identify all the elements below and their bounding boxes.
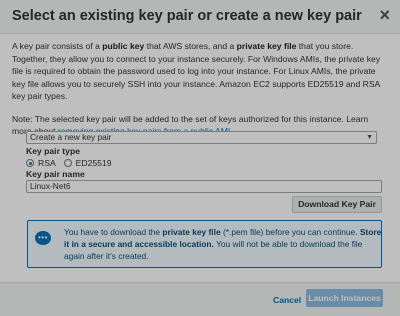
launch-instances-button[interactable]: Launch Instances: [306, 289, 383, 307]
info-message: You have to download the private key fil…: [64, 227, 382, 261]
dialog-footer: Cancel Launch Instances: [0, 282, 400, 316]
chevron-down-icon: ▼: [366, 134, 373, 141]
radio-rsa-label: RSA: [38, 158, 56, 168]
key-name-input[interactable]: Linux-Net6: [26, 180, 382, 193]
cancel-button[interactable]: Cancel: [273, 295, 301, 305]
key-type-radio-group: RSA ED25519: [26, 158, 112, 168]
key-type-label: Key pair type: [26, 146, 80, 156]
dialog-header: Select an existing key pair or create a …: [0, 0, 400, 34]
info-alert: ••• You have to download the private key…: [27, 220, 382, 268]
dialog-title: Select an existing key pair or create a …: [12, 8, 362, 24]
dialog-body: A key pair consists of a public key that…: [12, 40, 388, 138]
download-key-pair-button[interactable]: Download Key Pair: [292, 196, 382, 213]
key-pair-select[interactable]: Create a new key pair ▼: [26, 131, 377, 144]
intro-text: A key pair consists of a public key that…: [12, 41, 381, 101]
key-name-label: Key pair name: [26, 169, 85, 179]
radio-rsa[interactable]: [26, 159, 34, 167]
radio-ed25519[interactable]: [63, 159, 72, 167]
radio-ed25519-label: ED25519: [75, 158, 112, 168]
select-value: Create a new key pair: [30, 132, 112, 142]
chat-bubble-icon: •••: [35, 231, 51, 245]
close-icon[interactable]: ×: [379, 5, 390, 26]
